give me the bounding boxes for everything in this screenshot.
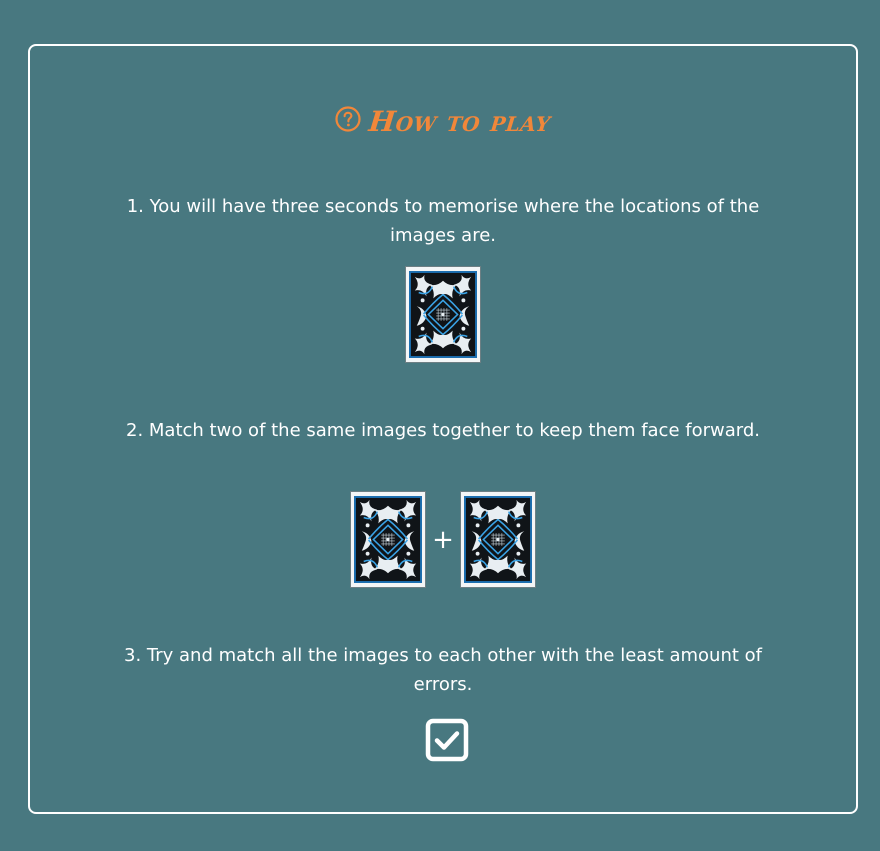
step-2: 2. Match two of the same images together… xyxy=(30,416,856,445)
card-back-image xyxy=(350,491,427,588)
step-2-illustration: + xyxy=(30,491,856,588)
step-1-text: 1. You will have three seconds to memori… xyxy=(126,196,760,246)
how-to-play-panel: How to play 1. You will have three secon… xyxy=(28,44,858,814)
step-3: 3. Try and match all the images to each … xyxy=(30,641,856,699)
step-3-text: 3. Try and match all the images to each … xyxy=(124,645,762,695)
card-back-image xyxy=(459,491,536,588)
step-1: 1. You will have three seconds to memori… xyxy=(30,192,856,250)
how-to-play-heading: How to play xyxy=(30,101,856,141)
card-back-image xyxy=(405,266,481,363)
step-2-text: 2. Match two of the same images together… xyxy=(126,420,760,441)
step-1-illustration xyxy=(30,266,856,363)
question-circle-icon xyxy=(335,105,361,132)
page-title: How to play xyxy=(367,104,553,138)
plus-symbol: + xyxy=(432,524,454,555)
checkbox-checked-icon xyxy=(425,718,469,762)
